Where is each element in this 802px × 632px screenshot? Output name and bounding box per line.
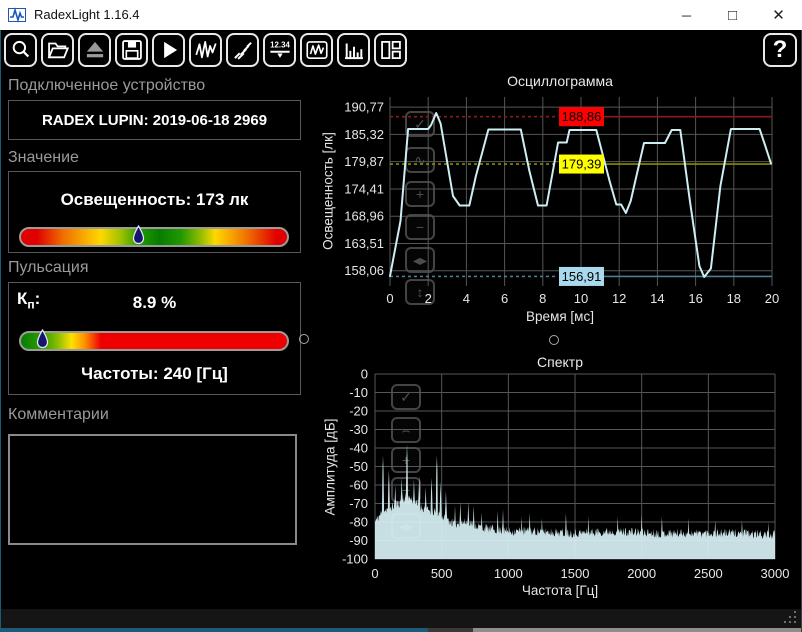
svg-text:179,39: 179,39 bbox=[562, 157, 602, 172]
svg-text:6: 6 bbox=[501, 291, 508, 306]
open-file-button[interactable] bbox=[41, 33, 74, 67]
svg-text:-60: -60 bbox=[349, 478, 368, 493]
minimize-button[interactable]: ─ bbox=[664, 0, 709, 30]
svg-text:174,41: 174,41 bbox=[344, 181, 384, 196]
play-button[interactable] bbox=[152, 33, 185, 67]
device-name: RADEX LUPIN: 2019-06-18 2969 bbox=[41, 111, 268, 129]
svg-text:156,91: 156,91 bbox=[562, 269, 602, 284]
save-icon bbox=[121, 40, 142, 60]
title-bar: RadexLight 1.16.4 ─ □ ✕ bbox=[0, 0, 802, 30]
pulsation-section-label: Пульсация bbox=[8, 259, 89, 276]
comments-section-label: Комментарии bbox=[8, 406, 109, 423]
svg-text:2: 2 bbox=[425, 291, 432, 306]
save-button[interactable] bbox=[115, 33, 148, 67]
illuminance-value: Освещенность: 173 лк bbox=[60, 190, 249, 209]
illuminance-marker-icon bbox=[132, 225, 145, 245]
svg-text:-20: -20 bbox=[349, 404, 368, 419]
zoom-tool-icon bbox=[12, 40, 29, 58]
svg-text:-90: -90 bbox=[349, 533, 368, 548]
device-name-box: RADEX LUPIN: 2019-06-18 2969 bbox=[8, 100, 301, 140]
oscillogram-squiggle-icon bbox=[194, 40, 217, 59]
play-icon bbox=[163, 41, 177, 59]
numeric-display-icon: 12.34 bbox=[270, 40, 290, 58]
svg-text:20: 20 bbox=[765, 291, 779, 306]
svg-text:-10: -10 bbox=[349, 385, 368, 400]
sweep-icon bbox=[233, 41, 252, 60]
svg-text:-40: -40 bbox=[349, 441, 368, 456]
app-icon bbox=[8, 7, 26, 23]
svg-text:16: 16 bbox=[688, 291, 702, 306]
close-button[interactable]: ✕ bbox=[756, 0, 801, 30]
svg-text:-80: -80 bbox=[349, 515, 368, 530]
resize-grip[interactable] bbox=[784, 611, 798, 625]
spectrum-chart[interactable]: 0 500 1000 1500 2000 2500 3000 0 -10 -20 -30 -40 -50… bbox=[318, 352, 802, 600]
layout-icon bbox=[380, 40, 401, 60]
oscillogram-view-button[interactable] bbox=[300, 33, 333, 67]
maximize-button[interactable]: □ bbox=[710, 0, 755, 30]
svg-text:168,96: 168,96 bbox=[344, 209, 384, 224]
bottom-strip-segment bbox=[0, 628, 428, 632]
eject-icon bbox=[86, 41, 103, 58]
comments-input[interactable] bbox=[8, 434, 297, 545]
layout-view-button[interactable] bbox=[374, 33, 407, 67]
svg-text:185,32: 185,32 bbox=[344, 127, 384, 142]
kp-value: 8.9 % bbox=[132, 293, 177, 312]
window-title: RadexLight 1.16.4 bbox=[34, 7, 140, 22]
toolbar: 12.34 ? bbox=[0, 30, 802, 72]
status-bar bbox=[0, 609, 802, 628]
oscillogram-title: Осциллограмма bbox=[507, 73, 613, 89]
svg-text:2000: 2000 bbox=[627, 566, 656, 581]
pulsation-scale-bar bbox=[19, 329, 289, 351]
device-section-label: Подключенное устройство bbox=[8, 77, 206, 94]
svg-text:4: 4 bbox=[463, 291, 470, 306]
svg-text:3000: 3000 bbox=[761, 566, 790, 581]
svg-text:190,77: 190,77 bbox=[344, 100, 384, 115]
record-oscillogram-button[interactable] bbox=[189, 33, 222, 67]
svg-text:-30: -30 bbox=[349, 422, 368, 437]
bottom-strip bbox=[0, 628, 802, 632]
svg-text:163,51: 163,51 bbox=[344, 236, 384, 251]
spectrum-view-button[interactable] bbox=[337, 33, 370, 67]
svg-text:179,87: 179,87 bbox=[344, 154, 384, 169]
numeric-display-button[interactable]: 12.34 bbox=[263, 33, 296, 67]
svg-text:158,06: 158,06 bbox=[344, 263, 384, 278]
value-section-label: Значение bbox=[8, 149, 79, 166]
pulsation-box: Кп: 8.9 % Частоты: 240 [Гц] bbox=[8, 282, 301, 395]
bottom-strip-segment bbox=[428, 628, 473, 632]
svg-text:188,86: 188,86 bbox=[562, 109, 602, 124]
svg-text:12: 12 bbox=[612, 291, 626, 306]
zoom-tool-button[interactable] bbox=[4, 33, 37, 67]
help-button[interactable]: ? bbox=[763, 33, 797, 67]
svg-text:-50: -50 bbox=[349, 459, 368, 474]
oscillogram-chart[interactable]: 0 2 4 6 8 10 12 14 16 18 20 190,77 185,32 179,87 174,4… bbox=[318, 88, 802, 338]
pulsation-marker-icon bbox=[37, 329, 49, 349]
svg-text:10: 10 bbox=[574, 291, 588, 306]
eject-device-button[interactable] bbox=[78, 33, 111, 67]
svg-text:1500: 1500 bbox=[561, 566, 590, 581]
svg-text:0: 0 bbox=[386, 291, 393, 306]
illuminance-box: Освещенность: 173 лк bbox=[8, 171, 301, 253]
svg-text:1000: 1000 bbox=[494, 566, 523, 581]
svg-text:-70: -70 bbox=[349, 496, 368, 511]
svg-text:2500: 2500 bbox=[694, 566, 723, 581]
bottom-strip-segment bbox=[473, 628, 802, 632]
svg-text:500: 500 bbox=[431, 566, 453, 581]
illuminance-scale-bar bbox=[19, 225, 289, 247]
bar-chart-icon bbox=[344, 43, 363, 60]
splitter-handle[interactable] bbox=[299, 334, 309, 344]
svg-text:0: 0 bbox=[371, 566, 378, 581]
frequency-value: Частоты: 240 [Гц] bbox=[81, 364, 228, 383]
open-folder-icon bbox=[47, 42, 69, 59]
svg-text:12.34: 12.34 bbox=[270, 40, 290, 49]
waveform-box-icon bbox=[305, 41, 328, 59]
sweep-button[interactable] bbox=[226, 33, 259, 67]
svg-text:0: 0 bbox=[361, 367, 368, 382]
svg-text:-100: -100 bbox=[342, 552, 368, 567]
svg-text:8: 8 bbox=[539, 291, 546, 306]
svg-text:18: 18 bbox=[727, 291, 741, 306]
window-border-left bbox=[0, 30, 1, 632]
svg-text:14: 14 bbox=[650, 291, 664, 306]
